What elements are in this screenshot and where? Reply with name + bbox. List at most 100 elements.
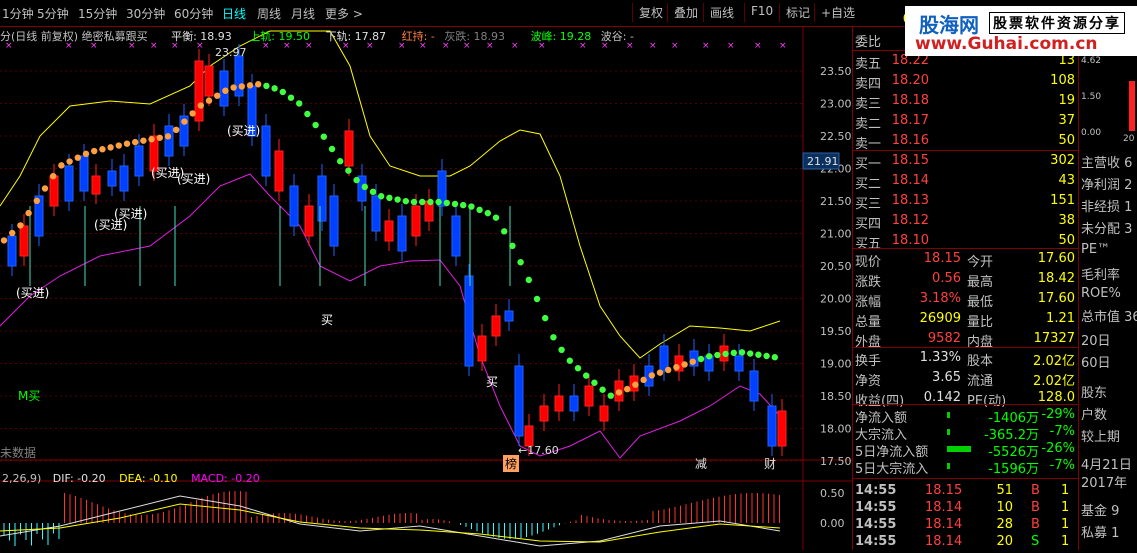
candle-body [19, 225, 29, 257]
balance-dot [435, 198, 442, 206]
overlay-button[interactable]: 叠加 [667, 3, 704, 22]
ask-row: 卖四 18.20 108 [853, 72, 1079, 92]
ask-price: 18.20 [891, 73, 929, 88]
flow-bar [947, 412, 950, 418]
balance-dot [41, 185, 49, 192]
balance-dot [255, 81, 262, 88]
candle-body [304, 205, 314, 237]
buy-mark-6: (买进) [16, 286, 50, 300]
finance-item: 主营收 6 [1081, 156, 1133, 171]
legend-title: 分(日线 前复权) 绝密私募跟买 [0, 30, 148, 43]
flow-pct: -29% [1041, 407, 1075, 422]
ask-price: 18.16 [891, 133, 929, 148]
f10-button[interactable]: F10 [744, 3, 779, 22]
balance-dot [533, 295, 541, 303]
macd-legend: 2,26,9) DIF: -0.20 DEA: -0.10 MACD: -0.2… [2, 472, 260, 485]
info-value-2: 2.02亿 [1033, 374, 1075, 389]
candle-body [134, 145, 144, 177]
balance-dot [296, 100, 303, 107]
panel-divider [853, 478, 1079, 479]
period-1min[interactable]: 1分钟 [2, 5, 34, 22]
balance-dot [115, 142, 123, 149]
info-value: 1.33% [919, 350, 961, 365]
balance-dot [0, 237, 8, 244]
period-daily[interactable]: 日线 [222, 5, 246, 22]
finance-item: ROE% [1081, 286, 1121, 301]
balance-dot [402, 197, 409, 205]
info-value-2: 128.0 [1037, 390, 1075, 405]
balance-dot [148, 136, 155, 143]
balance-dot [214, 92, 221, 99]
balance-dot [74, 154, 82, 161]
period-60min[interactable]: 60分钟 [174, 5, 213, 22]
balance-dot [279, 88, 286, 96]
balance-dot [164, 133, 172, 140]
balance-dot [222, 87, 229, 94]
flow-pct: -7% [1049, 458, 1075, 473]
balance-dot [58, 162, 65, 169]
candle-body [451, 215, 461, 257]
candle-body [91, 175, 101, 195]
period-30min[interactable]: 30分钟 [126, 5, 165, 22]
buy-label-2: 买 [486, 375, 499, 389]
candle-body [504, 310, 514, 322]
candle-body [767, 405, 777, 447]
candle-body [514, 365, 524, 437]
balance-dot [632, 381, 639, 388]
legend-pingheng: 平衡: 18.93 [171, 30, 232, 43]
quote-value-2: 1.21 [1046, 311, 1075, 326]
cai-marker[interactable]: 财 [764, 455, 776, 472]
tick-side: B [1031, 483, 1040, 498]
jian-marker[interactable]: 减 [695, 455, 707, 472]
ask-label: 卖二 [855, 117, 882, 132]
bid-row: 买二 18.14 43 [853, 172, 1079, 192]
period-5min[interactable]: 5分钟 [37, 5, 69, 22]
bid-row: 买五 18.10 50 [853, 232, 1079, 252]
candle-body [584, 385, 594, 407]
balance-dot [730, 349, 737, 357]
period-15min[interactable]: 15分钟 [78, 5, 117, 22]
balance-dot [460, 201, 467, 209]
add-watchlist-button[interactable]: +自选 [814, 3, 861, 22]
mark-button[interactable]: 标记 [779, 3, 816, 22]
period-monthly[interactable]: 月线 [291, 5, 315, 22]
ask-label: 卖五 [855, 57, 882, 72]
period-weekly[interactable]: 周线 [257, 5, 281, 22]
balance-dot [443, 199, 450, 207]
info-row: 换手 1.33% 股本 2.02亿 [853, 349, 1079, 369]
balance-dot [574, 365, 582, 372]
balance-dot [640, 376, 647, 384]
buy-mark-3: (买进) [177, 172, 211, 186]
candle-body [204, 65, 214, 97]
tick-time: 14:55 [855, 483, 897, 498]
balance-dot [607, 392, 614, 399]
bid-row: 买四 18.12 38 [853, 212, 1079, 232]
balance-dot [714, 351, 721, 359]
balance-dot [189, 110, 196, 117]
balance-dot [17, 222, 24, 229]
tick-volume: 51 [996, 483, 1013, 498]
mini-axis-label: 4.62 [1081, 56, 1102, 66]
price-axis-label: 23.00 [820, 98, 852, 111]
period-more[interactable]: 更多 > [325, 5, 363, 22]
legend-xiagui: 下轨: 17.87 [325, 30, 387, 43]
logo-slogan: 股票软件资源分享 [989, 12, 1125, 34]
peak-label: 23.97 [215, 46, 247, 59]
balance-dot [246, 82, 254, 89]
legend-bogu: 波谷: - [600, 30, 634, 43]
balance-dot [492, 214, 500, 221]
balance-dot [550, 334, 557, 341]
buy-label-1: 买 [321, 313, 334, 327]
balance-dot [738, 349, 746, 356]
draw-line-button[interactable]: 画线 [703, 3, 740, 22]
candle-body [234, 55, 244, 97]
balance-dot [230, 84, 237, 91]
bang-marker[interactable]: 榜 [503, 455, 520, 472]
ask-label: 卖三 [855, 97, 882, 112]
flow-pct: -26% [1041, 441, 1075, 456]
fuquan-button[interactable]: 复权 [632, 3, 669, 22]
quote-value-2: 17327 [1033, 331, 1075, 346]
macd-dif-line [0, 495, 781, 547]
candle-body [49, 175, 59, 207]
macd-params: 2,26,9) [2, 472, 42, 485]
